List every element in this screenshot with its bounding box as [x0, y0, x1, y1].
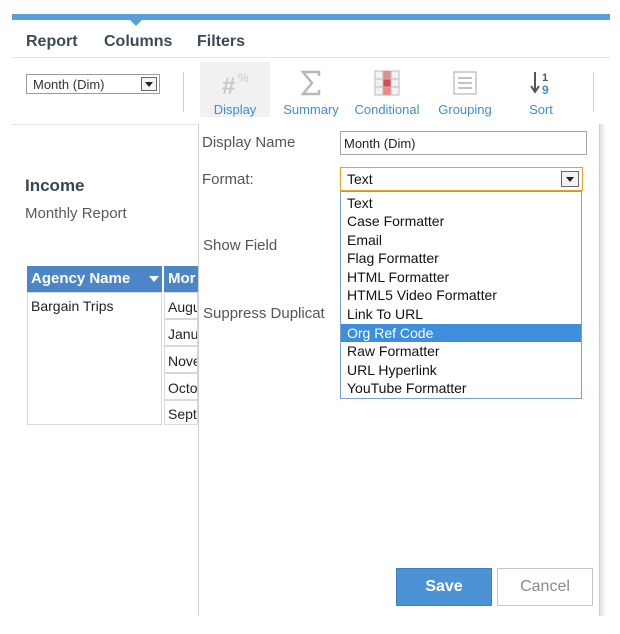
tab-report[interactable]: Report	[26, 33, 78, 51]
format-option[interactable]: HTML5 Video Formatter	[341, 286, 581, 304]
format-option[interactable]: HTML Formatter	[341, 268, 581, 286]
sort-label: Sort	[529, 102, 553, 117]
summary-button[interactable]: Summary	[276, 62, 346, 117]
column-header-label: Agency Name	[31, 270, 131, 287]
table-row: Janu	[164, 319, 198, 346]
active-tab-indicator	[130, 20, 142, 26]
sort-button[interactable]: 1 9 Sort	[506, 62, 576, 117]
tab-filters[interactable]: Filters	[197, 33, 245, 51]
table-row: Sept	[164, 400, 198, 425]
format-option[interactable]: Raw Formatter	[341, 342, 581, 360]
sort-numeric-icon: 1 9	[506, 62, 576, 98]
format-option[interactable]: Text	[341, 194, 581, 212]
format-option[interactable]: Link To URL	[341, 305, 581, 323]
display-name-value: Month (Dim)	[344, 136, 416, 151]
month-value: Nove	[168, 353, 198, 369]
toolbar-separator	[593, 72, 594, 112]
conditional-button[interactable]: Conditional	[352, 62, 422, 117]
grid-highlight-icon	[352, 62, 422, 98]
report-title: Income	[25, 176, 85, 195]
suppress-duplicates-label: Suppress Duplicat	[203, 305, 325, 322]
column-select[interactable]: Month (Dim)	[26, 74, 160, 94]
format-select[interactable]: Text	[340, 167, 583, 191]
column-select-value: Month (Dim)	[33, 77, 105, 92]
toolbar-separator	[183, 72, 184, 112]
format-dropdown-list: Text Case Formatter Email Flag Formatter…	[340, 191, 582, 399]
display-name-input[interactable]: Month (Dim)	[340, 131, 587, 155]
table-row: Nove	[164, 346, 198, 373]
month-value: Sept	[168, 406, 197, 422]
format-option[interactable]: URL Hyperlink	[341, 361, 581, 379]
table-row: Augu	[164, 292, 198, 319]
format-option[interactable]: YouTube Formatter	[341, 379, 581, 397]
lines-icon	[430, 62, 500, 98]
month-value: Janu	[168, 326, 198, 342]
month-value: Augu	[168, 299, 198, 315]
display-name-label: Display Name	[202, 134, 296, 151]
grouping-button[interactable]: Grouping	[430, 62, 500, 117]
column-header-agency[interactable]: Agency Name	[27, 266, 162, 292]
conditional-label: Conditional	[354, 102, 420, 117]
column-header-month[interactable]: Mor	[164, 266, 198, 292]
chevron-down-icon[interactable]	[141, 77, 157, 91]
format-option[interactable]: Case Formatter	[341, 212, 581, 230]
column-header-label: Mor	[168, 270, 196, 287]
display-label: Display	[213, 102, 257, 117]
svg-text:#: #	[222, 73, 235, 98]
display-button[interactable]: # % Display	[200, 62, 270, 117]
report-subtitle: Monthly Report	[25, 205, 127, 222]
tab-divider	[12, 57, 610, 58]
agency-value: Bargain Trips	[31, 298, 114, 314]
sort-arrow-icon[interactable]	[149, 276, 159, 282]
tab-columns[interactable]: Columns	[104, 33, 172, 51]
format-select-value: Text	[347, 171, 373, 187]
summary-label: Summary	[283, 102, 339, 117]
grouping-label: Grouping	[438, 102, 492, 117]
format-option-highlighted[interactable]: Org Ref Code	[341, 324, 581, 342]
svg-text:%: %	[238, 71, 249, 85]
format-label: Format:	[202, 171, 254, 188]
panel-shadow	[600, 124, 606, 616]
chevron-down-icon[interactable]	[561, 171, 579, 187]
sort-icon-digit-bottom: 9	[542, 83, 549, 97]
hash-percent-icon: # %	[200, 62, 270, 98]
month-value: Octo	[168, 380, 198, 396]
toolbar-divider	[12, 124, 200, 125]
sigma-icon	[276, 62, 346, 98]
format-option[interactable]: Email	[341, 231, 581, 249]
cancel-button[interactable]: Cancel	[497, 568, 593, 606]
show-field-label: Show Field	[203, 237, 278, 254]
save-button[interactable]: Save	[396, 568, 492, 606]
top-accent-bar	[12, 14, 610, 20]
table-cell-agency: Bargain Trips	[27, 292, 162, 425]
format-option[interactable]: Flag Formatter	[341, 249, 581, 267]
table-row: Octo	[164, 373, 198, 400]
